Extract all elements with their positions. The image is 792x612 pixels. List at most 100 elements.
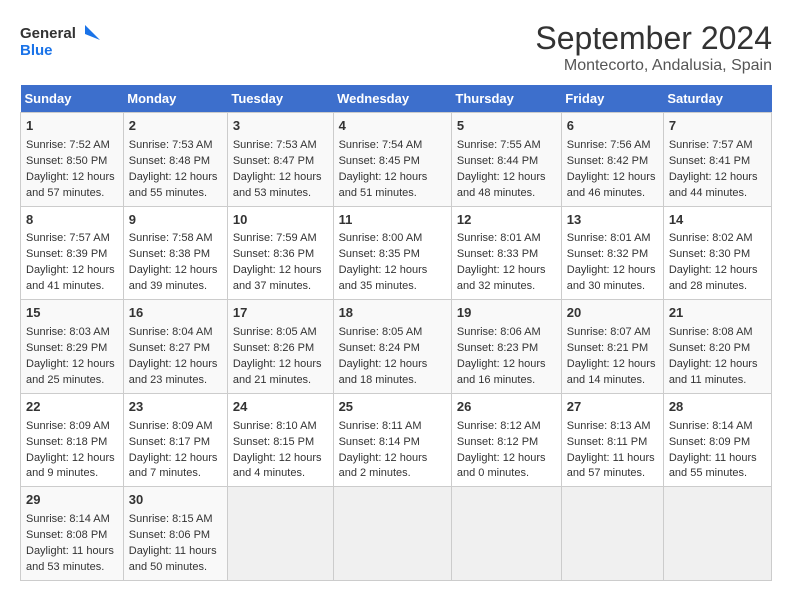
sunrise: Sunrise: 7:55 AM (457, 139, 541, 151)
day-number: 4 (339, 117, 446, 136)
daylight: Daylight: 12 hours and 44 minutes. (669, 171, 758, 199)
daylight: Daylight: 12 hours and 7 minutes. (129, 452, 218, 480)
calendar-week-3: 15Sunrise: 8:03 AMSunset: 8:29 PMDayligh… (21, 300, 772, 394)
day-number: 2 (129, 117, 222, 136)
table-row (333, 487, 451, 581)
day-number: 12 (457, 211, 556, 230)
sunset: Sunset: 8:20 PM (669, 342, 750, 354)
sunset: Sunset: 8:24 PM (339, 342, 420, 354)
daylight: Daylight: 12 hours and 18 minutes. (339, 358, 428, 386)
table-row: 7Sunrise: 7:57 AMSunset: 8:41 PMDaylight… (663, 113, 771, 207)
table-row (663, 487, 771, 581)
daylight: Daylight: 12 hours and 2 minutes. (339, 452, 428, 480)
table-row: 8Sunrise: 7:57 AMSunset: 8:39 PMDaylight… (21, 206, 124, 300)
col-monday: Monday (123, 85, 227, 113)
table-row: 14Sunrise: 8:02 AMSunset: 8:30 PMDayligh… (663, 206, 771, 300)
location-subtitle: Montecorto, Andalusia, Spain (535, 57, 772, 75)
table-row: 21 Sunrise: 8:08 AM Sunset: 8:20 PM Dayligh… (663, 300, 771, 394)
col-friday: Friday (561, 85, 663, 113)
sunrise: Sunrise: 8:08 AM (669, 326, 753, 338)
logo: GeneralBlue (20, 20, 100, 60)
daylight: Daylight: 12 hours and 16 minutes. (457, 358, 546, 386)
sunrise: Sunrise: 8:13 AM (567, 420, 651, 432)
daylight: Daylight: 12 hours and 9 minutes. (26, 452, 115, 480)
svg-text:Blue: Blue (20, 42, 53, 59)
sunrise: Sunrise: 8:09 AM (26, 420, 110, 432)
day-number: 29 (26, 491, 118, 510)
sunrise: Sunrise: 8:04 AM (129, 326, 213, 338)
sunrise: Sunrise: 7:53 AM (233, 139, 317, 151)
month-title: September 2024 (535, 20, 772, 57)
day-number: 1 (26, 117, 118, 136)
sunset: Sunset: 8:38 PM (129, 248, 210, 260)
daylight: Daylight: 12 hours and 51 minutes. (339, 171, 428, 199)
table-row: 24Sunrise: 8:10 AMSunset: 8:15 PMDayligh… (227, 393, 333, 487)
sunrise: Sunrise: 8:01 AM (457, 232, 541, 244)
sunset: Sunset: 8:29 PM (26, 342, 107, 354)
table-row: 23Sunrise: 8:09 AMSunset: 8:17 PMDayligh… (123, 393, 227, 487)
daylight: Daylight: 12 hours and 11 minutes. (669, 358, 758, 386)
daylight: Daylight: 11 hours and 57 minutes. (567, 452, 655, 480)
table-row: 15Sunrise: 8:03 AMSunset: 8:29 PMDayligh… (21, 300, 124, 394)
sunrise: Sunrise: 8:07 AM (567, 326, 651, 338)
daylight: Daylight: 11 hours and 55 minutes. (669, 452, 757, 480)
day-number: 15 (26, 304, 118, 323)
sunrise: Sunrise: 8:06 AM (457, 326, 541, 338)
sunrise: Sunrise: 8:15 AM (129, 513, 213, 525)
daylight: Daylight: 12 hours and 35 minutes. (339, 264, 428, 292)
table-row: 16Sunrise: 8:04 AMSunset: 8:27 PMDayligh… (123, 300, 227, 394)
sunset: Sunset: 8:32 PM (567, 248, 648, 260)
table-row: 10Sunrise: 7:59 AMSunset: 8:36 PMDayligh… (227, 206, 333, 300)
sunset: Sunset: 8:15 PM (233, 436, 314, 448)
sunrise: Sunrise: 7:58 AM (129, 232, 213, 244)
daylight: Daylight: 12 hours and 30 minutes. (567, 264, 656, 292)
day-number: 27 (567, 398, 658, 417)
sunset: Sunset: 8:30 PM (669, 248, 750, 260)
sunrise: Sunrise: 8:12 AM (457, 420, 541, 432)
table-row: 27 Sunrise: 8:13 AM Sunset: 8:11 PM Dayligh… (561, 393, 663, 487)
daylight: Daylight: 12 hours and 25 minutes. (26, 358, 115, 386)
sunrise: Sunrise: 8:05 AM (339, 326, 423, 338)
daylight: Daylight: 12 hours and 32 minutes. (457, 264, 546, 292)
table-row: 22Sunrise: 8:09 AMSunset: 8:18 PMDayligh… (21, 393, 124, 487)
table-row: 20Sunrise: 8:07 AMSunset: 8:21 PMDayligh… (561, 300, 663, 394)
col-thursday: Thursday (451, 85, 561, 113)
sunset: Sunset: 8:21 PM (567, 342, 648, 354)
daylight: Daylight: 12 hours and 21 minutes. (233, 358, 322, 386)
daylight: Daylight: 12 hours and 55 minutes. (129, 171, 218, 199)
sunset: Sunset: 8:45 PM (339, 155, 420, 167)
calendar-table: Sunday Monday Tuesday Wednesday Thursday… (20, 85, 772, 581)
table-row: 25Sunrise: 8:11 AMSunset: 8:14 PMDayligh… (333, 393, 451, 487)
day-number: 8 (26, 211, 118, 230)
day-number: 5 (457, 117, 556, 136)
day-number: 26 (457, 398, 556, 417)
daylight: Daylight: 12 hours and 46 minutes. (567, 171, 656, 199)
daylight: Daylight: 12 hours and 41 minutes. (26, 264, 115, 292)
sunset: Sunset: 8:11 PM (567, 436, 648, 448)
sunrise: Sunrise: 7:57 AM (669, 139, 753, 151)
table-row: 29Sunrise: 8:14 AMSunset: 8:08 PMDayligh… (21, 487, 124, 581)
day-number: 28 (669, 398, 766, 417)
day-number: 22 (26, 398, 118, 417)
logo-svg: GeneralBlue (20, 20, 100, 60)
day-number: 13 (567, 211, 658, 230)
calendar-week-2: 8Sunrise: 7:57 AMSunset: 8:39 PMDaylight… (21, 206, 772, 300)
sunrise: Sunrise: 7:57 AM (26, 232, 110, 244)
daylight: Daylight: 12 hours and 48 minutes. (457, 171, 546, 199)
sunrise: Sunrise: 7:59 AM (233, 232, 317, 244)
sunset: Sunset: 8:26 PM (233, 342, 314, 354)
sunset: Sunset: 8:12 PM (457, 436, 538, 448)
table-row: 26Sunrise: 8:12 AMSunset: 8:12 PMDayligh… (451, 393, 561, 487)
sunset: Sunset: 8:09 PM (669, 436, 750, 448)
sunrise: Sunrise: 8:11 AM (339, 420, 422, 432)
calendar-week-1: 1Sunrise: 7:52 AMSunset: 8:50 PMDaylight… (21, 113, 772, 207)
sunset: Sunset: 8:14 PM (339, 436, 420, 448)
table-row: 1Sunrise: 7:52 AMSunset: 8:50 PMDaylight… (21, 113, 124, 207)
day-number: 21 (669, 304, 766, 323)
sunset: Sunset: 8:41 PM (669, 155, 750, 167)
sunset: Sunset: 8:36 PM (233, 248, 314, 260)
table-row: 18Sunrise: 8:05 AMSunset: 8:24 PMDayligh… (333, 300, 451, 394)
title-area: September 2024 Montecorto, Andalusia, Sp… (535, 20, 772, 75)
day-number: 10 (233, 211, 328, 230)
sunrise: Sunrise: 8:14 AM (669, 420, 753, 432)
